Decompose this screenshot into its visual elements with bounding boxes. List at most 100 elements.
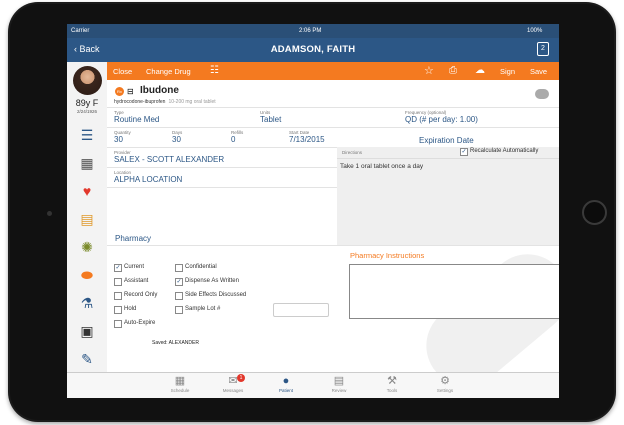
assistant-label: Assistant <box>124 278 149 284</box>
provider-field[interactable]: SALEX - SCOTT ALEXANDER <box>114 155 224 164</box>
tab-messages[interactable]: ✉ Messages 1 <box>213 373 253 398</box>
saved-by: Saved: ALEXANDER <box>152 340 199 346</box>
calendar-icon[interactable]: ▦ <box>78 154 96 172</box>
battery-label: 100% <box>527 28 543 34</box>
calendar-icon: ▦ <box>174 375 186 387</box>
patient-age-sex: 89y F <box>75 98 99 108</box>
sample-lot-checkbox[interactable] <box>175 306 183 314</box>
tab-schedule[interactable]: ▦ Schedule <box>160 373 200 398</box>
status-bar: Carrier 2:06 PM 100% <box>67 24 559 38</box>
app-screen: Carrier 2:06 PM 100% ‹ Back ADAMSON, FAI… <box>67 24 559 398</box>
action-toolbar: Close Change Drug ☷ ☆ ⎙ ☁ Sign Save <box>107 62 559 80</box>
prescription-form: Rx ⊟ Ibudone hydrocodone-ibuprofen 10-200… <box>107 80 559 398</box>
avatar[interactable] <box>73 66 102 95</box>
divider <box>107 127 559 128</box>
confidential-label: Confidential <box>185 264 217 270</box>
auto-expire-checkbox[interactable] <box>114 320 122 328</box>
page-count-icon[interactable]: 2 <box>537 42 549 56</box>
patient-name-title: ADAMSON, FAITH <box>270 44 356 55</box>
divider <box>107 245 559 246</box>
tab-patient[interactable]: ● Patient <box>266 373 306 398</box>
directions-panel <box>337 147 559 245</box>
print-icon[interactable]: ⎙ <box>449 65 457 76</box>
carrier-label: Carrier <box>71 28 90 34</box>
document-icon[interactable]: ▤ <box>78 210 96 228</box>
checklist-icon[interactable]: ☷ <box>210 65 219 76</box>
tab-label: Patient <box>278 388 293 393</box>
clock: 2:06 PM <box>299 28 322 34</box>
assistant-checkbox[interactable] <box>114 278 122 286</box>
tab-review[interactable]: ▤ Review <box>319 373 359 398</box>
gear-icon: ⚙ <box>440 375 450 387</box>
hold-label: Hold <box>124 306 137 312</box>
divider <box>107 107 559 108</box>
pharmacy-instructions-input[interactable] <box>349 264 559 319</box>
heart-pulse-icon[interactable]: ♥ <box>78 182 96 200</box>
save-button[interactable]: Save <box>530 67 547 76</box>
divider <box>337 158 559 159</box>
nav-bar: ‹ Back ADAMSON, FAITH 2 <box>67 38 559 62</box>
pill-icon[interactable]: ⬬ <box>78 266 96 284</box>
daw-label: Dispense As Written <box>185 278 239 284</box>
tab-settings[interactable]: ⚙ Settings <box>425 373 465 398</box>
current-checkbox[interactable]: ✓ <box>114 264 122 272</box>
patient-sidebar: 89y F 2/24/1926 ☰ ▦ ♥ ▤ ✺ ⬬ ⚗ ▣ ✎ <box>67 62 108 372</box>
units-field[interactable]: Tablet <box>260 115 281 124</box>
star-icon[interactable]: ☆ <box>424 64 434 77</box>
change-drug-button[interactable]: Change Drug <box>146 67 191 76</box>
rx-badge: Rx <box>115 87 124 96</box>
frequency-field[interactable]: QD (# per day: 1.00) <box>405 115 478 124</box>
tab-tools[interactable]: ⚒ Tools <box>372 373 412 398</box>
message-icon: ✉ <box>228 375 238 387</box>
person-icon: ● <box>282 375 290 387</box>
refills-field[interactable]: 0 <box>231 135 235 144</box>
drug-generic: hydrocodone-ibuprofen 10-200 mg oral tabl… <box>114 99 216 105</box>
tab-label: Tools <box>386 388 398 393</box>
syringe-icon[interactable]: ✎ <box>78 350 96 368</box>
current-label: Current <box>124 264 145 270</box>
hold-checkbox[interactable] <box>114 306 122 314</box>
start-date-field[interactable]: 7/13/2015 <box>289 135 325 144</box>
drug-strength: 10-200 mg oral tablet <box>168 99 216 105</box>
recalculate-label: Recalculate Automatically <box>470 148 539 154</box>
drag-handle-icon[interactable] <box>535 89 549 99</box>
side-effects-checkbox[interactable] <box>175 292 183 300</box>
location-field[interactable]: ALPHA LOCATION <box>114 175 182 184</box>
hammer-icon: ⚒ <box>387 375 397 387</box>
auto-expire-label: Auto-Expire <box>124 320 156 326</box>
tab-bar: ▦ Schedule ✉ Messages 1 ● Patient ▤ Revi… <box>67 372 559 398</box>
patient-dob: 2/24/1926 <box>76 109 98 114</box>
tab-label: Messages <box>222 388 244 393</box>
cloud-icon[interactable]: ☁ <box>475 65 485 76</box>
daw-checkbox[interactable]: ✓ <box>175 278 183 286</box>
record-only-label: Record Only <box>124 292 158 298</box>
pharmacy-field[interactable]: Pharmacy <box>115 234 151 243</box>
days-field[interactable]: 30 <box>172 135 181 144</box>
contacts-icon[interactable]: ☰ <box>78 126 96 144</box>
home-button[interactable] <box>582 200 607 225</box>
confidential-checkbox[interactable] <box>175 264 183 272</box>
type-field[interactable]: Routine Med <box>114 115 159 124</box>
drug-name: Ibudone <box>140 85 179 96</box>
test-tube-icon[interactable]: ⚗ <box>78 294 96 312</box>
directions-label: Directions <box>342 150 363 155</box>
record-only-checkbox[interactable] <box>114 292 122 300</box>
image-icon[interactable]: ▣ <box>78 322 96 340</box>
tab-label: Review <box>331 388 347 393</box>
sample-lot-input[interactable] <box>273 303 329 317</box>
camera-icon <box>47 211 52 216</box>
tab-label: Schedule <box>170 388 190 393</box>
side-effects-label: Side Effects Discussed <box>185 292 247 298</box>
virus-icon[interactable]: ✺ <box>78 238 96 256</box>
close-button[interactable]: Close <box>113 67 132 76</box>
quantity-field[interactable]: 30 <box>114 135 123 144</box>
tab-label: Settings <box>436 388 454 393</box>
divider <box>107 167 337 168</box>
expiration-date-field[interactable]: Expiration Date <box>419 136 474 145</box>
directions-text[interactable]: Take 1 oral tablet once a day <box>340 163 423 170</box>
clipboard-icon: ▤ <box>333 375 345 387</box>
tablet-icon: ⊟ <box>127 87 134 96</box>
recalculate-checkbox[interactable]: ✓ <box>460 148 468 156</box>
divider <box>107 187 337 188</box>
sign-button[interactable]: Sign <box>500 67 515 76</box>
